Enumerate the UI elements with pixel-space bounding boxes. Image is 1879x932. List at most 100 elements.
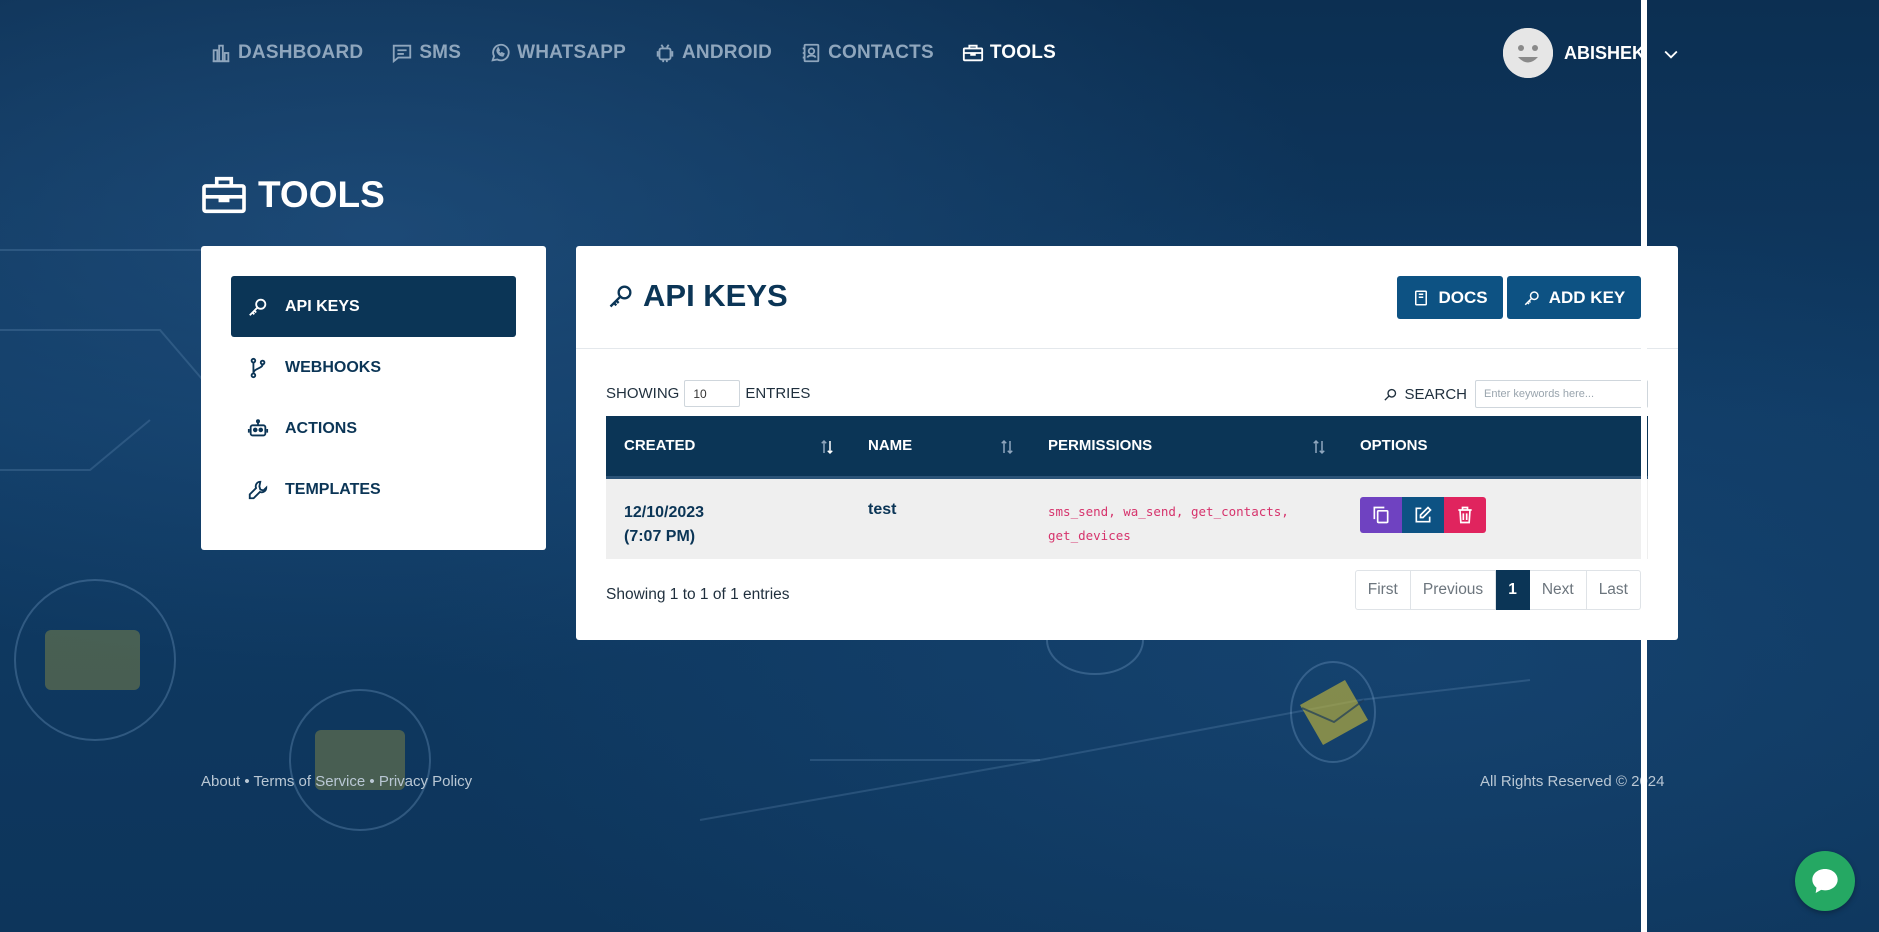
nav-android[interactable]: ANDROID: [654, 42, 772, 64]
column-header-options: OPTIONS: [1342, 416, 1648, 477]
column-header-label: CREATED: [624, 437, 696, 455]
avatar: [1503, 28, 1553, 78]
api-keys-card: API KEYS DOCS ADD KEY SHOWING ENTRIES SE…: [576, 246, 1678, 640]
footer-links: About • Terms of Service • Privacy Polic…: [201, 773, 472, 790]
sidebar-item-api-keys[interactable]: API KEYS: [231, 276, 516, 337]
column-header-permissions[interactable]: PERMISSIONS: [1030, 416, 1342, 477]
card-title: API KEYS: [607, 278, 788, 314]
footer-terms-link[interactable]: Terms of Service: [254, 773, 366, 790]
page-first[interactable]: First: [1354, 570, 1411, 610]
column-header-label: OPTIONS: [1360, 437, 1428, 455]
message-icon: [393, 44, 412, 64]
nav-label: DASHBOARD: [238, 42, 364, 63]
search-input[interactable]: [1475, 380, 1648, 408]
table-controls: SHOWING ENTRIES SEARCH: [606, 380, 1648, 410]
contacts-icon: [802, 43, 820, 63]
chevron-down-icon[interactable]: [1661, 44, 1681, 64]
trash-icon: [1458, 506, 1472, 523]
sidebar-item-label: ACTIONS: [285, 419, 357, 437]
column-header-label: NAME: [868, 437, 913, 455]
copy-icon: [1373, 506, 1389, 523]
branch-icon: [250, 357, 266, 378]
row-options: [1360, 496, 1648, 533]
page-next[interactable]: Next: [1529, 570, 1587, 610]
robot-icon: [247, 418, 269, 436]
smiley-avatar-icon: [1503, 28, 1553, 78]
nav-tools[interactable]: TOOLS: [962, 42, 1056, 64]
search-icon: [1384, 388, 1397, 401]
pagination: First Previous 1 Next Last: [1354, 570, 1641, 610]
sort-icon: [1001, 439, 1013, 455]
sidebar-item-webhooks[interactable]: WEBHOOKS: [231, 337, 516, 398]
footer-privacy-link[interactable]: Privacy Policy: [379, 773, 472, 790]
search-label: SEARCH: [1404, 385, 1467, 403]
chat-bubble-icon: [1812, 869, 1838, 893]
footer-separator: •: [240, 773, 254, 790]
android-icon: [656, 44, 674, 63]
entries-label: ENTRIES: [745, 385, 811, 402]
sidebar-item-label: WEBHOOKS: [285, 358, 381, 376]
cell-options: [1342, 477, 1648, 559]
key-icon: [609, 285, 632, 308]
screen-divider: [1641, 0, 1647, 932]
created-time: (7:07 PM): [624, 527, 696, 545]
sidebar-item-label: API KEYS: [285, 297, 360, 315]
card-title-text: API KEYS: [643, 278, 788, 313]
footer-separator: •: [365, 773, 379, 790]
footer-about-link[interactable]: About: [201, 773, 240, 790]
sidebar-item-actions[interactable]: ACTIONS: [231, 398, 516, 459]
add-key-button-label: ADD KEY: [1548, 287, 1626, 307]
page-current[interactable]: 1: [1496, 570, 1530, 610]
api-keys-table: CREATED NAME PERMISSIONS OPTIONS 12/10/2…: [606, 416, 1648, 559]
entries-per-page-input[interactable]: [684, 380, 741, 407]
entries-control: SHOWING ENTRIES: [606, 380, 810, 407]
page-previous[interactable]: Previous: [1410, 570, 1497, 610]
created-date: 12/10/2023: [624, 503, 705, 521]
table-info: Showing 1 to 1 of 1 entries: [606, 586, 790, 603]
copy-key-button[interactable]: [1360, 496, 1402, 533]
search-control: SEARCH: [1383, 380, 1648, 408]
cell-created: 12/10/2023 (7:07 PM): [606, 477, 850, 559]
book-icon: [1415, 290, 1428, 305]
nav-label: TOOLS: [989, 42, 1056, 63]
column-header-created[interactable]: CREATED: [606, 416, 850, 477]
nav-whatsapp[interactable]: WHATSAPP: [489, 42, 626, 64]
sort-icon: [821, 439, 833, 455]
nav-dashboard[interactable]: DASHBOARD: [210, 42, 363, 64]
nav-label: CONTACTS: [828, 42, 934, 63]
footer-copyright: All Rights Reserved © 2024: [1480, 773, 1665, 790]
nav-label: WHATSAPP: [517, 42, 627, 63]
showing-label: SHOWING: [606, 385, 680, 402]
top-nav: DASHBOARD SMS WHATSAPP ANDROID CONTACTS …: [210, 36, 1084, 70]
add-key-button[interactable]: ADD KEY: [1507, 276, 1641, 319]
sidebar-item-templates[interactable]: TEMPLATES: [231, 459, 516, 520]
cell-permissions: sms_send, wa_send, get_contacts, get_dev…: [1030, 477, 1342, 559]
table-row: 12/10/2023 (7:07 PM) test sms_send, wa_s…: [606, 477, 1648, 559]
permissions-line: get_devices: [1048, 527, 1131, 543]
nav-contacts[interactable]: CONTACTS: [800, 42, 934, 64]
user-name: ABISHEK: [1564, 42, 1646, 63]
permissions-line: sms_send, wa_send, get_contacts,: [1048, 503, 1289, 519]
key-icon: [1524, 290, 1539, 305]
page-title-text: TOOLS: [258, 174, 385, 215]
chat-widget-button[interactable]: [1795, 851, 1855, 911]
whatsapp-icon: [491, 43, 510, 62]
table-header-row: CREATED NAME PERMISSIONS OPTIONS: [606, 416, 1648, 477]
toolbox-icon: [962, 44, 983, 62]
nav-label: ANDROID: [682, 42, 773, 63]
column-header-name[interactable]: NAME: [850, 416, 1030, 477]
key-icon: [249, 298, 267, 316]
page-last[interactable]: Last: [1586, 570, 1641, 610]
delete-key-button[interactable]: [1444, 496, 1486, 533]
edit-icon: [1415, 505, 1432, 522]
nav-label: SMS: [419, 42, 462, 63]
docs-button[interactable]: DOCS: [1397, 276, 1503, 319]
docs-button-label: DOCS: [1438, 287, 1488, 307]
cell-name: test: [868, 500, 897, 518]
edit-key-button[interactable]: [1402, 496, 1444, 533]
nav-sms[interactable]: SMS: [391, 42, 461, 64]
wrench-icon: [248, 480, 268, 499]
user-menu[interactable]: ABISHEK: [1503, 28, 1678, 78]
toolbox-icon: [202, 176, 246, 214]
card-header: API KEYS DOCS ADD KEY: [576, 246, 1678, 349]
